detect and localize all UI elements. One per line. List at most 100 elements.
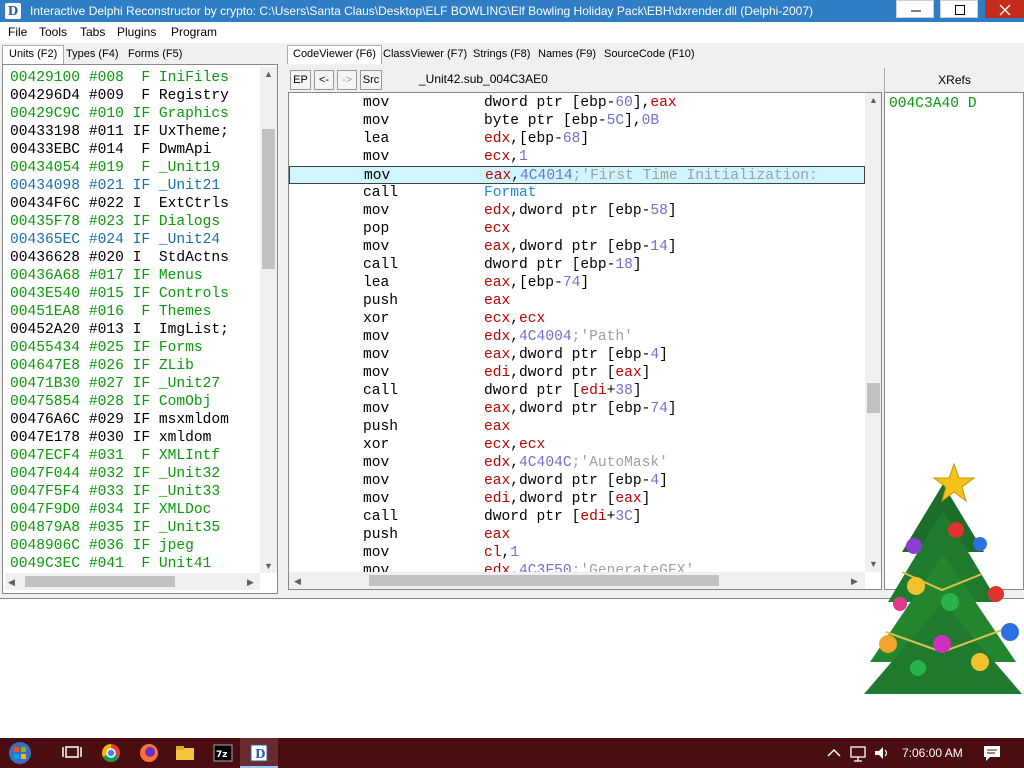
code-line[interactable]: mov eax,dword ptr [ebp-4] [289, 346, 865, 364]
code-line[interactable]: mov eax,4C4014;'First Time Initialization… [289, 166, 865, 184]
unit-row[interactable]: 004365EC #024 IF _Unit24 [10, 231, 220, 249]
code-line[interactable]: mov eax,dword ptr [ebp-74] [289, 400, 865, 418]
code-line[interactable]: push eax [289, 418, 865, 436]
code-line[interactable]: call Format [289, 184, 865, 202]
unit-row[interactable]: 00434054 #019 F _Unit19 [10, 159, 220, 177]
code-line[interactable]: mov edi,dword ptr [eax] [289, 490, 865, 508]
unit-row[interactable]: 00471B30 #027 IF _Unit27 [10, 375, 220, 393]
task-view-icon[interactable] [58, 741, 86, 765]
unit-row[interactable]: 00435F78 #023 IF Dialogs [10, 213, 220, 231]
code-line[interactable]: mov dword ptr [ebp-60],eax [289, 94, 865, 112]
unit-row[interactable]: 0048906C #036 IF jpeg [10, 537, 194, 555]
unit-row[interactable]: 00476A6C #029 IF msxmldom [10, 411, 229, 429]
scroll-left-icon[interactable]: ◀ [8, 577, 15, 587]
back-button[interactable]: <- [314, 70, 334, 90]
code-line[interactable]: call dword ptr [ebp-18] [289, 256, 865, 274]
scroll-up-icon[interactable]: ▲ [264, 69, 273, 79]
code-line[interactable]: lea eax,[ebp-74] [289, 274, 865, 292]
code-line[interactable]: xor ecx,ecx [289, 310, 865, 328]
unit-row[interactable]: 00475854 #028 IF ComObj [10, 393, 211, 411]
unit-row[interactable]: 0047E178 #030 IF xmldom [10, 429, 211, 447]
unit-row[interactable]: 00433198 #011 IF UxTheme; [10, 123, 229, 141]
maximize-button[interactable] [940, 0, 978, 18]
code-line[interactable]: mov byte ptr [ebp-5C],0B [289, 112, 865, 130]
menu-plugins[interactable]: Plugins [117, 25, 156, 39]
code-line[interactable]: call dword ptr [edi+38] [289, 382, 865, 400]
scroll-down-icon[interactable]: ▼ [264, 561, 273, 571]
start-orb-icon[interactable] [6, 741, 34, 765]
clock[interactable]: 7:06:00 AM [902, 746, 963, 760]
unit-row[interactable]: 00434F6C #022 I ExtCtrls [10, 195, 229, 213]
volume-icon[interactable] [871, 741, 893, 765]
xref-item[interactable]: 004C3A40 D [889, 95, 977, 113]
unit-row[interactable]: 00429C9C #010 IF Graphics [10, 105, 229, 123]
tab-names[interactable]: Names (F9) [532, 45, 602, 64]
unit-row[interactable]: 00429100 #008 F IniFiles [10, 69, 229, 87]
code-line[interactable]: xor ecx,ecx [289, 436, 865, 454]
unit-row[interactable]: 00452A20 #013 I ImgList; [10, 321, 229, 339]
code-line[interactable]: mov cl,1 [289, 544, 865, 562]
units-vertical-thumb[interactable] [262, 129, 275, 269]
menu-tabs[interactable]: Tabs [80, 25, 105, 39]
unit-row[interactable]: 0047F5F4 #033 IF _Unit33 [10, 483, 220, 501]
units-horizontal-thumb[interactable] [25, 576, 175, 587]
source-button[interactable]: Src [360, 70, 382, 90]
code-line[interactable]: mov eax,dword ptr [ebp-4] [289, 472, 865, 490]
chevron-up-icon[interactable] [823, 741, 845, 765]
unit-row[interactable]: 00436A68 #017 IF Menus [10, 267, 203, 285]
tab-sourcecode[interactable]: SourceCode (F10) [598, 45, 701, 64]
forward-button[interactable]: -> [337, 70, 357, 90]
tab-types[interactable]: Types (F4) [59, 45, 126, 64]
scroll-left-icon[interactable]: ◀ [294, 576, 301, 586]
file-explorer-icon[interactable] [171, 741, 199, 765]
idr-taskbar-button[interactable]: D [240, 738, 278, 768]
code-line[interactable]: mov edx,4C404C;'AutoMask' [289, 454, 865, 472]
code-line[interactable]: pop ecx [289, 220, 865, 238]
unit-row[interactable]: 004296D4 #009 F Registry [10, 87, 229, 105]
unit-row[interactable]: 004647E8 #026 IF ZLib [10, 357, 194, 375]
menu-tools[interactable]: Tools [39, 25, 67, 39]
scroll-right-icon[interactable]: ▶ [851, 576, 858, 586]
unit-row[interactable]: 0047ECF4 #031 F XMLIntf [10, 447, 220, 465]
unit-row[interactable]: 00433EBC #014 F DwmApi [10, 141, 211, 159]
scroll-right-icon[interactable]: ▶ [247, 577, 254, 587]
code-line[interactable]: mov eax,dword ptr [ebp-14] [289, 238, 865, 256]
units-vertical-scrollbar[interactable]: ▲ ▼ [260, 67, 277, 573]
code-viewer[interactable]: mov dword ptr [ebp-60],eax mov byte ptr [eb… [288, 92, 882, 590]
tab-codeviewer[interactable]: CodeViewer (F6) [287, 45, 382, 64]
tab-units[interactable]: Units (F2) [2, 45, 65, 64]
notification-icon[interactable] [980, 741, 1004, 765]
unit-row[interactable]: 00436628 #020 I StdActns [10, 249, 229, 267]
network-icon[interactable] [847, 741, 869, 765]
title-bar[interactable]: D Interactive Delphi Reconstructor by cr… [0, 0, 1024, 22]
menu-program[interactable]: Program [171, 25, 217, 39]
code-line[interactable]: push eax [289, 526, 865, 544]
code-vertical-thumb[interactable] [867, 383, 880, 413]
unit-row[interactable]: 0047F9D0 #034 IF XMLDoc [10, 501, 211, 519]
code-line[interactable]: lea edx,[ebp-68] [289, 130, 865, 148]
code-horizontal-scrollbar[interactable]: ◀ ▶ [289, 572, 865, 589]
unit-row[interactable]: 0043E540 #015 IF Controls [10, 285, 229, 303]
code-line[interactable]: mov edx,4C4004;'Path' [289, 328, 865, 346]
code-line[interactable]: call dword ptr [edi+3C] [289, 508, 865, 526]
code-line[interactable]: mov edx,dword ptr [ebp-58] [289, 202, 865, 220]
code-horizontal-thumb[interactable] [369, 575, 719, 586]
unit-row[interactable]: 00455434 #025 IF Forms [10, 339, 203, 357]
unit-row[interactable]: 004879A8 #035 IF _Unit35 [10, 519, 220, 537]
unit-row[interactable]: 0049C3EC #041 F Unit41 [10, 555, 211, 573]
tab-forms[interactable]: Forms (F5) [121, 45, 189, 64]
close-button[interactable] [985, 0, 1024, 18]
7zip-icon[interactable]: 7z [209, 741, 237, 765]
tab-strings[interactable]: Strings (F8) [467, 45, 536, 64]
code-line[interactable]: mov edi,dword ptr [eax] [289, 364, 865, 382]
chrome-icon[interactable] [97, 741, 125, 765]
units-list[interactable]: 00429100 #008 F IniFiles 004296D4 #009 F … [2, 64, 278, 594]
tab-classviewer[interactable]: ClassViewer (F7) [377, 45, 473, 64]
units-horizontal-scrollbar[interactable]: ◀ ▶ [5, 573, 260, 590]
minimize-button[interactable] [896, 0, 934, 18]
menu-file[interactable]: File [8, 25, 27, 39]
code-line[interactable]: push eax [289, 292, 865, 310]
entry-point-button[interactable]: EP [290, 70, 311, 90]
unit-row[interactable]: 0047F044 #032 IF _Unit32 [10, 465, 220, 483]
scroll-up-icon[interactable]: ▲ [869, 95, 878, 105]
